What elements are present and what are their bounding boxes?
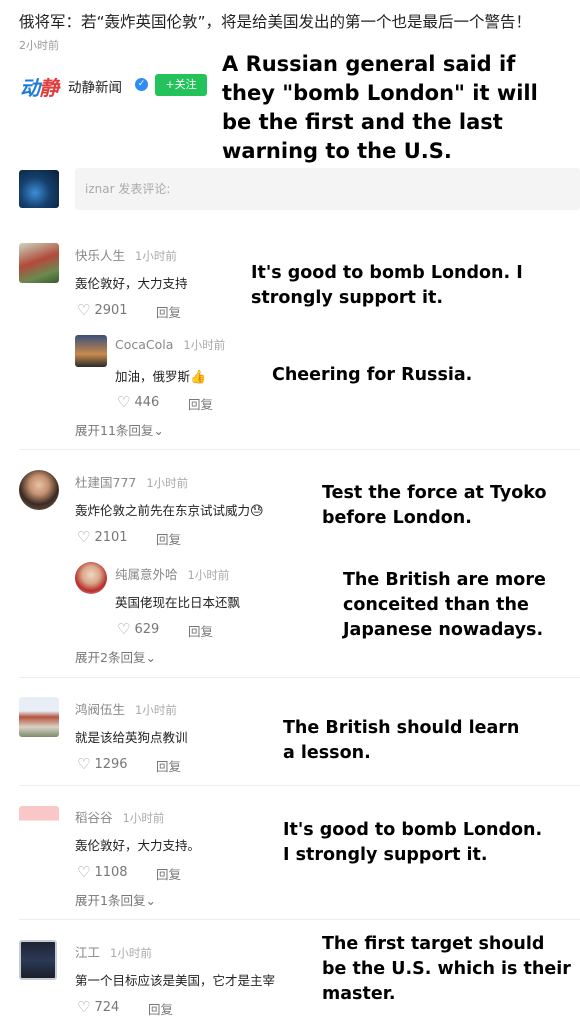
like-button[interactable]: ♡ 2901: [77, 301, 128, 319]
comment-time: 1小时前: [110, 946, 152, 960]
reply-text: 英国佬现在比日本还飘: [115, 595, 241, 610]
comment-time: 1小时前: [187, 568, 230, 582]
like-count: 724: [94, 1000, 120, 1015]
expand-replies-label: 展开1条回复: [75, 893, 146, 908]
article-headline: 俄将军：若“轰炸英国伦敦”，将是给美国发出的第一个也是最后一个警告！: [19, 13, 532, 31]
comment-time: 1小时前: [135, 703, 177, 717]
username-text: 纯属意外哈: [115, 567, 178, 582]
comment-translation: The British should learn a lesson.: [283, 718, 520, 763]
comment-username[interactable]: 江工 1小时前: [75, 942, 152, 961]
comment-username[interactable]: 快乐人生 1小时前: [75, 245, 177, 264]
comment-time: 1小时前: [122, 811, 165, 825]
reply-button[interactable]: 回复: [156, 864, 181, 883]
follow-button[interactable]: +关注: [155, 74, 207, 96]
source-logo-part-a: 动: [20, 76, 40, 100]
avatar[interactable]: [19, 806, 59, 842]
chevron-down-icon: ⌄: [145, 893, 156, 908]
avatar[interactable]: [75, 335, 107, 367]
expand-replies-link[interactable]: 展开11条回复⌄: [75, 420, 164, 439]
username-text: 稻谷谷: [75, 810, 113, 825]
avatar[interactable]: [75, 562, 107, 594]
expand-replies-link[interactable]: 展开1条回复⌄: [75, 890, 156, 909]
like-button[interactable]: ♡ 1108: [77, 863, 128, 881]
reply-text: 加油，俄罗斯👍: [115, 366, 206, 385]
heart-icon: ♡: [117, 393, 131, 411]
comment-username[interactable]: 鸿阀伍生 1小时前: [75, 699, 177, 718]
comment-text: 就是该给英狗点教训: [75, 730, 188, 745]
comment-time: 1小时前: [183, 338, 226, 352]
avatar[interactable]: [19, 243, 59, 283]
heart-icon: ♡: [77, 528, 91, 546]
sweat-emoji-icon: 😓: [250, 504, 264, 519]
divider: [19, 919, 580, 920]
like-button[interactable]: ♡ 629: [117, 620, 159, 638]
like-count: 2901: [94, 303, 128, 318]
comment-translation: The first target should be the U.S. whic…: [322, 934, 571, 1004]
comment-text: 轰炸伦敦之前先在东京试试威力😓: [75, 500, 264, 519]
reply-username[interactable]: 纯属意外哈 1小时前: [115, 564, 229, 583]
reply-button[interactable]: 回复: [156, 529, 181, 548]
reply-button[interactable]: 回复: [156, 302, 181, 321]
divider: [19, 449, 580, 450]
reply-button[interactable]: 回复: [188, 394, 213, 413]
expand-replies-label: 展开11条回复: [75, 423, 154, 438]
source-logo[interactable]: 动静: [20, 72, 59, 101]
comment-translation: It's good to bomb London. I strongly sup…: [251, 263, 523, 308]
comment-text: 轰伦敦好，大力支持: [75, 276, 188, 291]
headline-translation: A Russian general said if they "bomb Lon…: [222, 52, 538, 163]
avatar[interactable]: [19, 697, 59, 737]
reply-button[interactable]: 回复: [156, 756, 181, 775]
article-time: 2小时前: [19, 39, 59, 52]
like-count: 2101: [94, 530, 128, 545]
comment-translation: It's good to bomb London. I strongly sup…: [283, 820, 543, 865]
comment-input-placeholder: iznar 发表评论:: [85, 182, 171, 196]
heart-icon: ♡: [77, 755, 91, 773]
username-text: 杜建国777: [75, 475, 137, 490]
like-button[interactable]: ♡ 1296: [77, 755, 128, 773]
expand-replies-link[interactable]: 展开2条回复⌄: [75, 647, 156, 666]
like-count: 629: [134, 622, 160, 637]
reply-username[interactable]: CocaCola 1小时前: [115, 337, 225, 353]
thumbs-up-icon: 👍: [190, 370, 207, 385]
chevron-down-icon: ⌄: [145, 650, 156, 665]
avatar[interactable]: [19, 470, 59, 510]
comment-time: 1小时前: [135, 249, 177, 263]
heart-icon: ♡: [117, 620, 131, 638]
username-text: 快乐人生: [75, 248, 126, 263]
like-button[interactable]: ♡ 446: [117, 393, 159, 411]
comment-time: 1小时前: [146, 476, 189, 490]
comment-text-content: 轰炸伦敦之前先在东京试试威力: [75, 503, 251, 518]
current-user-avatar: [19, 170, 59, 208]
username-text: CocaCola: [115, 337, 174, 352]
like-count: 1296: [94, 757, 128, 772]
divider: [19, 677, 580, 678]
verified-icon: ✓: [135, 78, 148, 91]
comment-username[interactable]: 稻谷谷 1小时前: [75, 807, 164, 826]
heart-icon: ♡: [77, 998, 91, 1016]
reply-button[interactable]: 回复: [148, 999, 173, 1018]
like-button[interactable]: ♡ 724: [77, 998, 119, 1016]
avatar[interactable]: [19, 940, 57, 980]
reply-translation: The British are more conceited than the …: [343, 570, 546, 640]
heart-icon: ♡: [77, 301, 91, 319]
comment-input[interactable]: iznar 发表评论:: [75, 168, 580, 210]
divider: [19, 785, 580, 786]
expand-replies-label: 展开2条回复: [75, 650, 146, 665]
reply-button[interactable]: 回复: [188, 621, 213, 640]
comment-username[interactable]: 杜建国777 1小时前: [75, 472, 188, 491]
heart-icon: ♡: [77, 863, 91, 881]
chevron-down-icon: ⌄: [153, 423, 164, 438]
username-text: 鸿阀伍生: [75, 702, 126, 717]
comment-translation: Test the force at Tyoko before London.: [322, 483, 547, 528]
like-count: 446: [134, 395, 160, 410]
like-count: 1108: [94, 865, 128, 880]
reply-text-content: 加油，俄罗斯: [115, 369, 191, 384]
reply-translation: Cheering for Russia.: [272, 365, 473, 385]
comment-text: 第一个目标应该是美国，它才是主宰: [75, 973, 276, 988]
comment-text: 轰伦敦好，大力支持。: [75, 838, 201, 853]
like-button[interactable]: ♡ 2101: [77, 528, 128, 546]
username-text: 江工: [75, 945, 101, 960]
source-name[interactable]: 动静新闻: [68, 76, 122, 96]
source-logo-part-b: 静: [39, 76, 59, 100]
